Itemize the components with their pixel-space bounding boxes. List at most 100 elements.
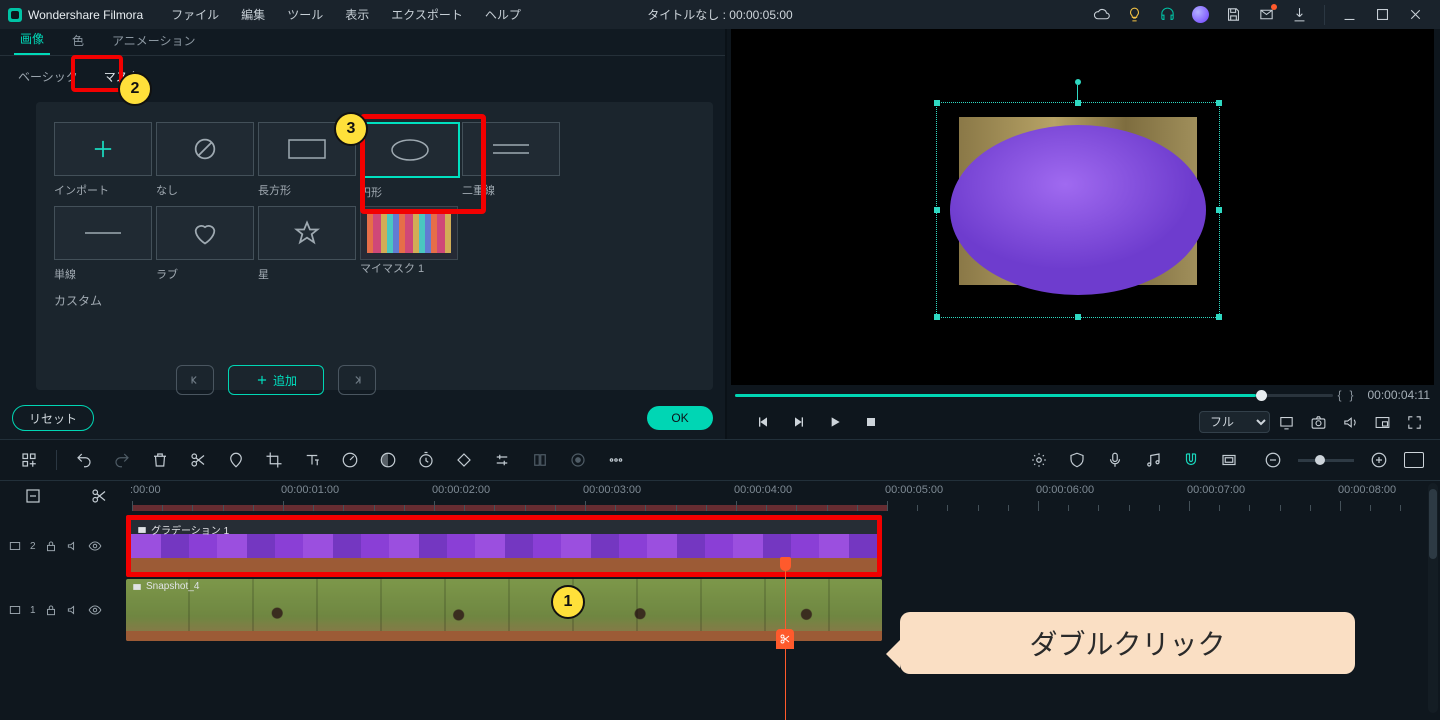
mask-star[interactable]: 星 (258, 206, 354, 282)
mask-import[interactable]: インポート (54, 122, 150, 200)
snapshot-icon[interactable] (1309, 413, 1327, 431)
inbox-icon[interactable] (1258, 6, 1275, 23)
mask-single-line[interactable]: 単線 (54, 206, 150, 282)
mask-mymask-1[interactable]: マイマスク 1 (360, 206, 456, 282)
save-icon[interactable] (1225, 6, 1242, 23)
tips-icon[interactable] (1126, 6, 1143, 23)
clip-snapshot-4[interactable]: Snapshot_4 (126, 579, 882, 641)
color-icon[interactable] (378, 450, 398, 470)
adjust-icon[interactable] (492, 450, 512, 470)
razor-icon[interactable] (89, 486, 109, 506)
preview-scale-select[interactable]: フル (1199, 411, 1270, 433)
handle-bot-mid[interactable] (1075, 314, 1081, 320)
scrub-track[interactable] (735, 394, 1333, 397)
mute-icon[interactable] (66, 603, 80, 617)
close-icon[interactable] (1407, 6, 1424, 23)
stop-button[interactable] (860, 411, 882, 433)
prev-keyframe-button[interactable] (176, 365, 214, 395)
tab-color[interactable]: 色 (66, 32, 90, 55)
safe-zone-icon[interactable] (1219, 450, 1239, 470)
support-icon[interactable] (1159, 6, 1176, 23)
speed-icon[interactable] (340, 450, 360, 470)
mark-out-icon[interactable]: } (1349, 388, 1353, 402)
add-track-icon[interactable] (19, 450, 39, 470)
ok-button[interactable]: OK (647, 406, 713, 430)
account-orb-icon[interactable] (1192, 6, 1209, 23)
menu-view[interactable]: 表示 (345, 6, 369, 23)
fullscreen-icon[interactable] (1405, 413, 1423, 431)
zoom-fit-icon[interactable] (1404, 452, 1424, 468)
lock-icon[interactable] (44, 603, 58, 617)
marker-icon[interactable] (226, 450, 246, 470)
menu-edit[interactable]: 編集 (241, 6, 265, 23)
menu-export[interactable]: エクスポート (391, 6, 463, 23)
eye-icon[interactable] (88, 539, 102, 553)
handle-bot-left[interactable] (934, 314, 940, 320)
play-button[interactable] (824, 411, 846, 433)
zoom-slider[interactable] (1298, 459, 1354, 462)
undo-icon[interactable] (74, 450, 94, 470)
tab-animation[interactable]: アニメーション (106, 32, 202, 55)
tab-image[interactable]: 画像 (14, 30, 50, 55)
time-ruler[interactable]: :00:0000:00:01:0000:00:02:0000:00:03:000… (132, 481, 1440, 511)
mic-icon[interactable] (1105, 450, 1125, 470)
cloud-icon[interactable] (1093, 6, 1110, 23)
handle-mid-right[interactable] (1216, 207, 1222, 213)
menu-help[interactable]: ヘルプ (485, 6, 521, 23)
pip-icon[interactable] (1373, 413, 1391, 431)
next-keyframe-button[interactable] (338, 365, 376, 395)
zoom-out-icon[interactable] (1263, 450, 1283, 470)
text-icon[interactable] (302, 450, 322, 470)
scrub-knob[interactable] (1256, 390, 1267, 401)
pane-divider[interactable] (725, 29, 727, 439)
music-icon[interactable] (1143, 450, 1163, 470)
group-icon[interactable] (530, 450, 550, 470)
handle-top-left[interactable] (934, 100, 940, 106)
delete-icon[interactable] (150, 450, 170, 470)
timer-icon[interactable] (416, 450, 436, 470)
step-fwd-button[interactable] (788, 411, 810, 433)
zoom-in-icon[interactable] (1369, 450, 1389, 470)
handle-mid-left[interactable] (934, 207, 940, 213)
split-icon[interactable] (188, 450, 208, 470)
render-icon[interactable] (1029, 450, 1049, 470)
handle-top-right[interactable] (1216, 100, 1222, 106)
maximize-icon[interactable] (1374, 6, 1391, 23)
magnet-icon[interactable] (1181, 450, 1201, 470)
handle-bot-right[interactable] (1216, 314, 1222, 320)
mask-panel: インポート なし 長方形 円形 二重線 (36, 102, 713, 390)
step-back-button[interactable] (752, 411, 774, 433)
rotate-handle[interactable] (1075, 79, 1081, 85)
handle-top-mid[interactable] (1075, 100, 1081, 106)
download-icon[interactable] (1291, 6, 1308, 23)
more-icon[interactable] (606, 450, 626, 470)
playhead-cap-icon[interactable] (780, 557, 791, 571)
playhead[interactable] (785, 557, 786, 720)
lock-icon[interactable] (44, 539, 58, 553)
keyframe-diamond-icon[interactable] (454, 450, 474, 470)
mark-in-icon[interactable]: { (1337, 388, 1341, 402)
playhead-cut-icon[interactable] (776, 629, 794, 649)
minimize-icon[interactable] (1341, 6, 1358, 23)
preview-pane: { } 00:00:04:11 フル (725, 29, 1440, 439)
volume-icon[interactable] (1341, 413, 1359, 431)
clip-gradation-1[interactable]: グラデーション 1 (126, 515, 882, 577)
display-mode-icon[interactable] (1277, 413, 1295, 431)
shield-icon[interactable] (1067, 450, 1087, 470)
eye-icon[interactable] (88, 603, 102, 617)
mask-love[interactable]: ラブ (156, 206, 252, 282)
menu-file[interactable]: ファイル (171, 6, 219, 23)
menu-tools[interactable]: ツール (287, 6, 323, 23)
preview-canvas[interactable] (731, 29, 1434, 385)
mute-icon[interactable] (66, 539, 80, 553)
crop-icon[interactable] (264, 450, 284, 470)
record-icon[interactable] (568, 450, 588, 470)
add-keyframe-button[interactable]: 追加 (228, 365, 324, 395)
mask-none[interactable]: なし (156, 122, 252, 200)
annotation-step-2: 2 (118, 72, 152, 106)
annotation-step-1: 1 (551, 585, 585, 619)
redo-icon[interactable] (112, 450, 132, 470)
timeline-scrollbar[interactable] (1428, 483, 1438, 713)
reset-button[interactable]: リセット (12, 405, 94, 431)
ruler-collapse-icon[interactable] (23, 486, 43, 506)
